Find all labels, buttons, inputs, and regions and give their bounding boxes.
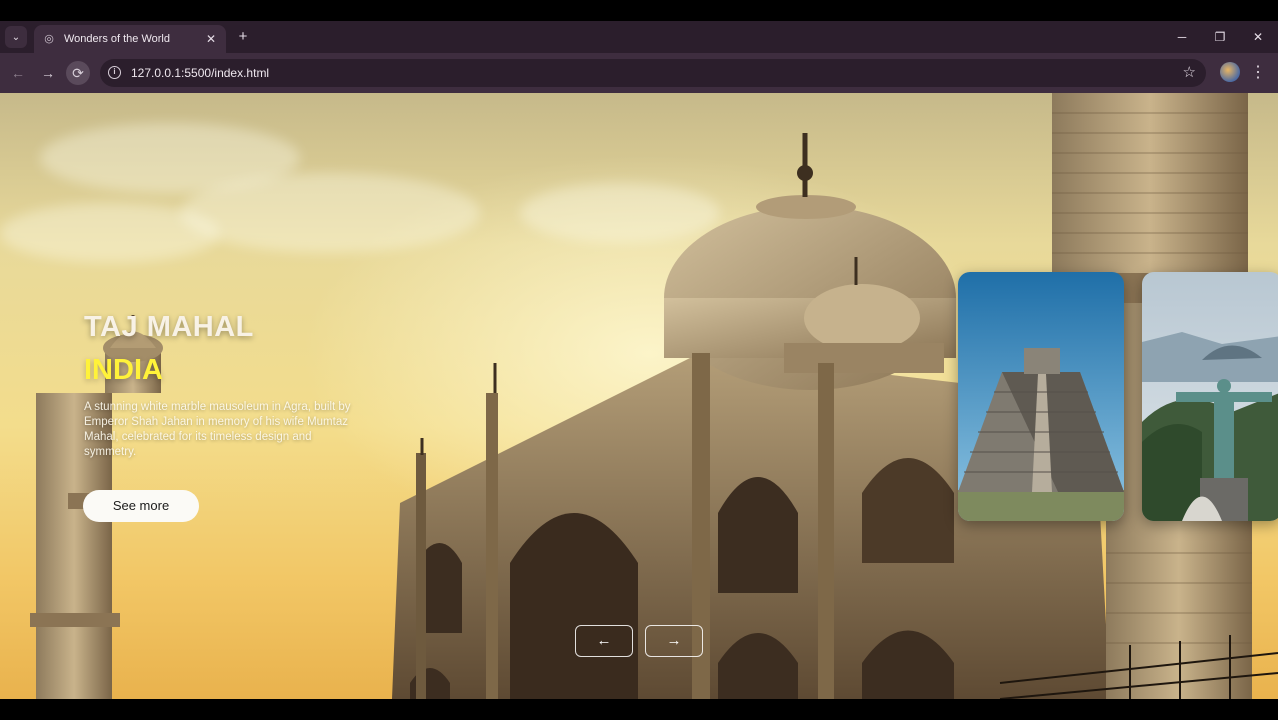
close-window-button[interactable]: ✕ [1246,27,1270,47]
tab-strip: ⌄ ◎ Wonders of the World ✕ + ─ ❐ ✕ [0,21,1278,53]
address-bar[interactable]: i 127.0.0.1:5500/index.html ☆ [100,59,1206,87]
next-slide-button[interactable]: → [645,625,703,657]
bookmark-star-icon[interactable]: ☆ [1183,63,1196,81]
back-button[interactable]: ← [6,61,30,85]
hero-title: TAJ MAHAL [84,311,254,343]
new-tab-button[interactable]: + [234,28,252,46]
screen-frame: ⌄ ◎ Wonders of the World ✕ + ─ ❐ ✕ ← → ⟳… [0,0,1278,720]
browser-toolbar: ← → ⟳ i 127.0.0.1:5500/index.html ☆ ⋮ [0,53,1278,93]
restore-button[interactable]: ❐ [1208,27,1232,47]
thumbnail-card-chichen-itza[interactable] [958,272,1124,521]
see-more-button[interactable]: See more [83,490,199,522]
minimize-button[interactable]: ─ [1170,27,1194,47]
thumbnail-card-christ-the-redeemer[interactable] [1142,272,1278,521]
profile-avatar-icon[interactable] [1220,62,1240,82]
tab-search-button[interactable]: ⌄ [5,26,27,48]
pyramid-icon [958,272,1124,521]
tab-active[interactable]: ◎ Wonders of the World ✕ [34,25,226,53]
url-text[interactable]: 127.0.0.1:5500/index.html [131,66,269,80]
tab-title: Wonders of the World [64,33,170,45]
globe-icon: ◎ [44,33,54,45]
hero-subtitle: INDIA [84,354,163,386]
statue-icon [1142,272,1278,521]
browser-window: ⌄ ◎ Wonders of the World ✕ + ─ ❐ ✕ ← → ⟳… [0,21,1278,699]
tab-close-icon[interactable]: ✕ [204,32,218,46]
site-info-icon[interactable]: i [108,66,121,79]
forward-button[interactable]: → [36,61,60,85]
hero-description: A stunning white marble mausoleum in Agr… [84,401,351,458]
hero-text-block: TAJ MAHAL INDIA A stunning white marble … [84,311,374,460]
browser-menu-icon[interactable]: ⋮ [1250,61,1266,85]
prev-slide-button[interactable]: ← [575,625,633,657]
reload-button[interactable]: ⟳ [66,61,90,85]
hero-slider: TAJ MAHAL INDIA A stunning white marble … [0,93,1278,699]
